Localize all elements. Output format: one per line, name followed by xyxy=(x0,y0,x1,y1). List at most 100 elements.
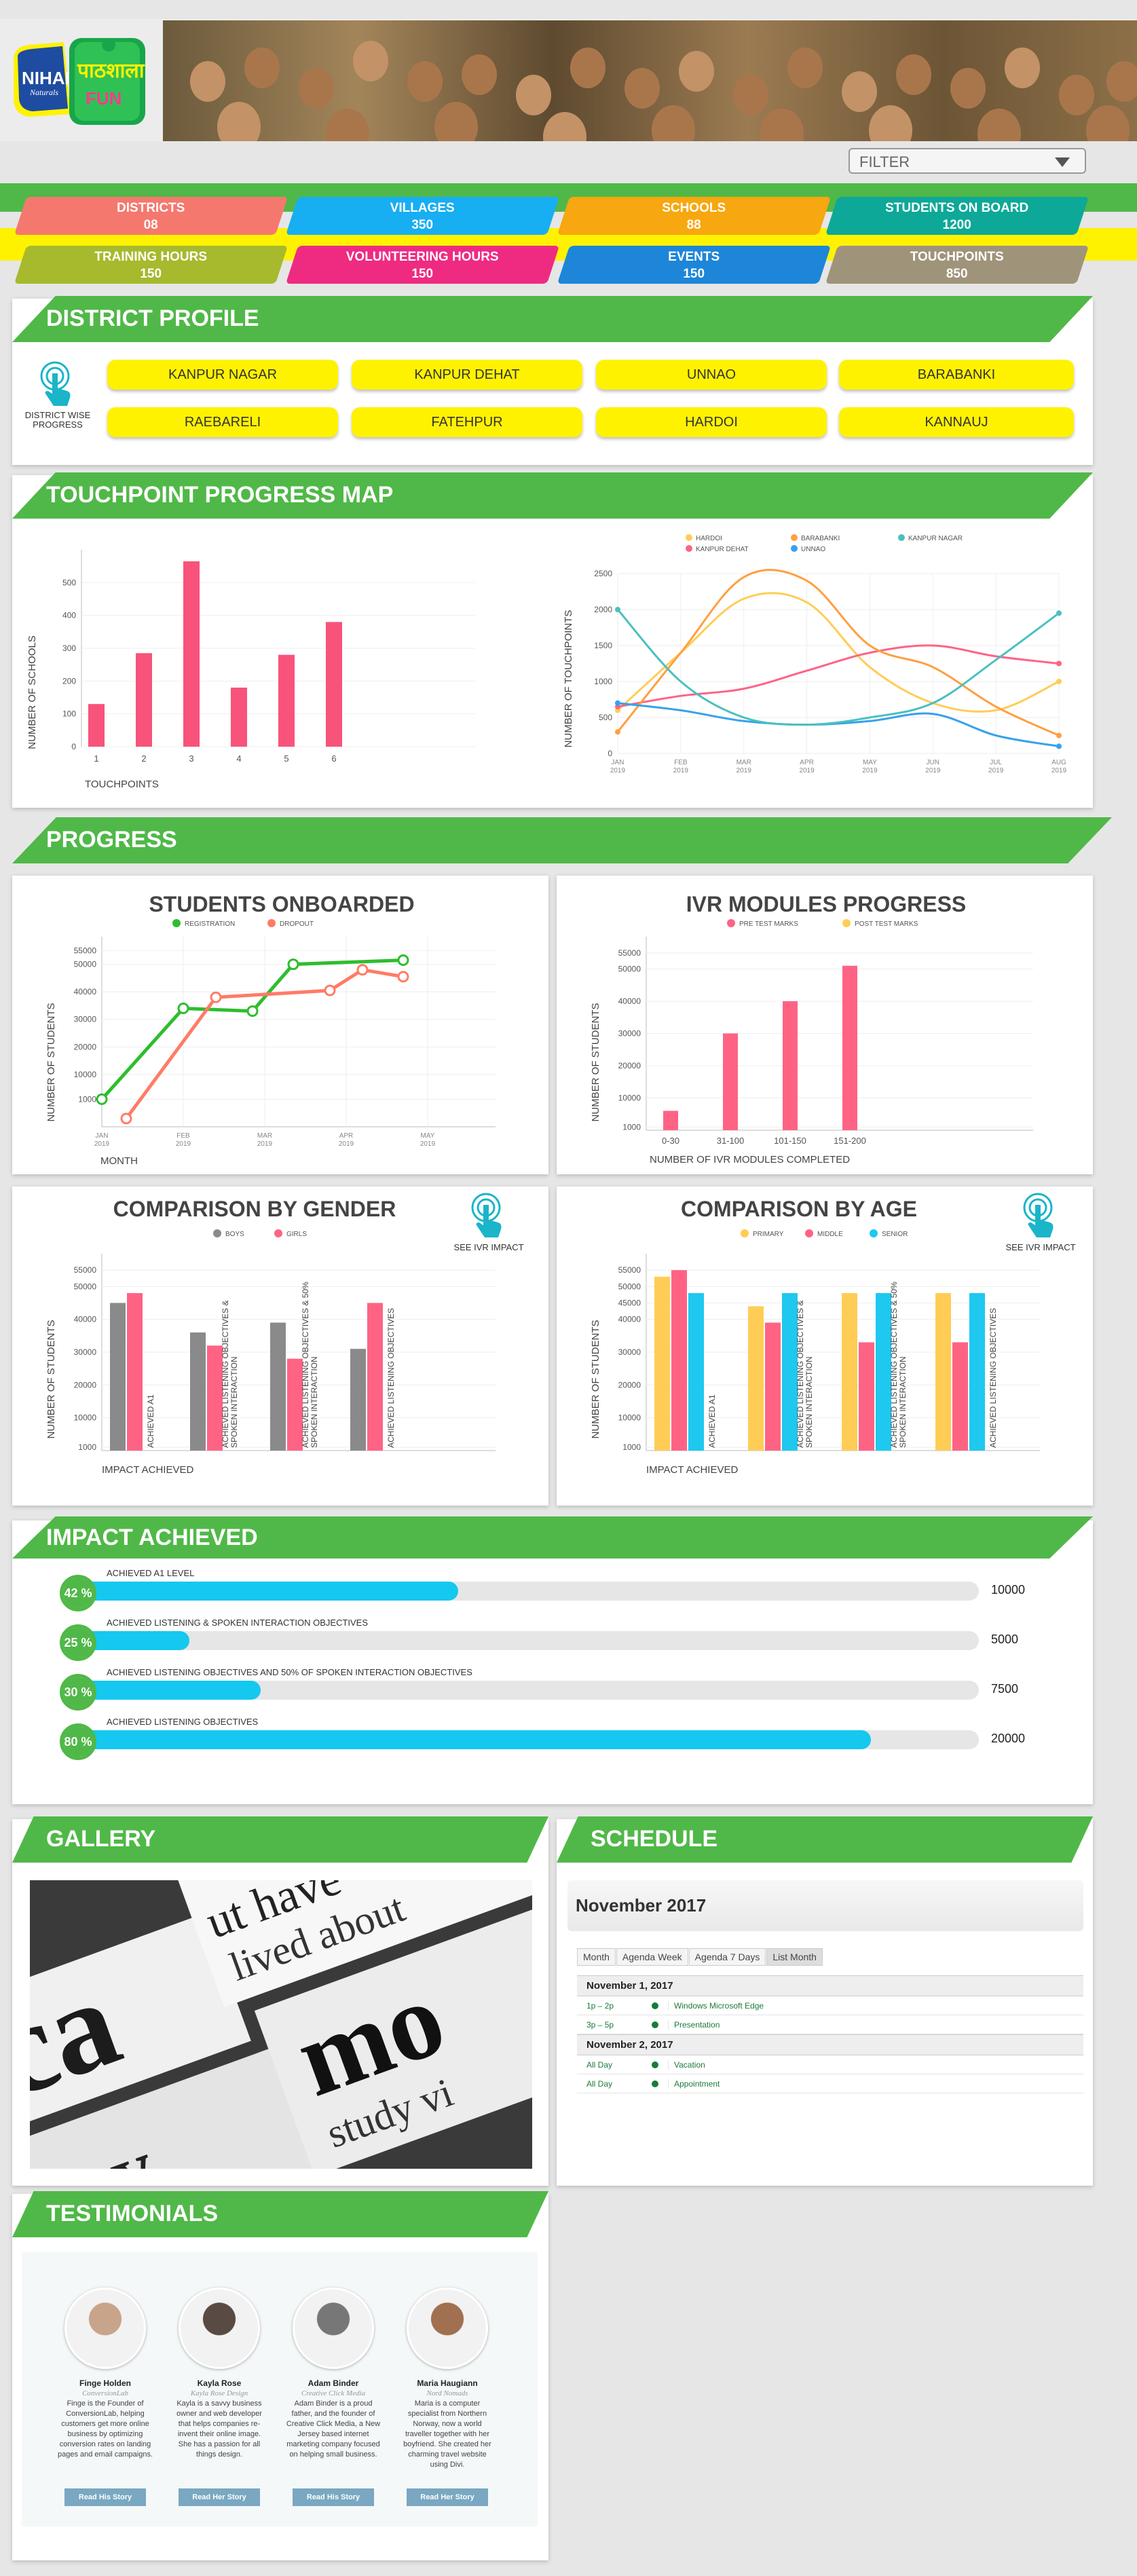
filter-dropdown[interactable]: FILTER xyxy=(849,148,1086,174)
bar xyxy=(859,1342,874,1451)
data-point xyxy=(210,991,222,1003)
y-tick-label: 200 xyxy=(62,676,76,686)
stat-tile-touchpoints[interactable]: TOUCHPOINTS 850 xyxy=(825,246,1089,284)
legend-label: PRE TEST MARKS xyxy=(739,920,798,928)
impact-label: ACHIEVED LISTENING & SPOKEN INTERACTION … xyxy=(107,1618,369,1628)
stat-tile-villages[interactable]: VILLAGES 350 xyxy=(285,197,560,235)
district-kanpur-dehat[interactable]: KANPUR DEHAT xyxy=(352,360,582,390)
stat-tile-districts[interactable]: DISTRICTS 08 xyxy=(14,197,288,235)
calendar-event-row[interactable]: All Day Vacation xyxy=(577,2055,1083,2074)
event-time: All Day xyxy=(586,2059,613,2070)
impact-progress-track xyxy=(81,1582,979,1601)
bar xyxy=(765,1322,781,1451)
child-face xyxy=(217,102,261,141)
y-tick-label: 500 xyxy=(599,713,612,722)
data-point xyxy=(397,954,409,966)
legend-label: HARDOI xyxy=(696,535,722,542)
y-axis-label: NUMBER OF STUDENTS xyxy=(45,1003,57,1121)
x-tick-label: APR 2019 xyxy=(339,1132,354,1148)
read-story-button[interactable]: Read Her Story xyxy=(407,2488,488,2506)
calendar-tab-list-month[interactable]: List Month xyxy=(766,1948,823,1966)
impact-progress-fill xyxy=(81,1631,189,1650)
data-point xyxy=(96,1093,108,1105)
newspaper-gallery-image[interactable]: ca ay ut have lived about mo study vi xyxy=(30,1880,532,2169)
district-hardoi[interactable]: HARDOI xyxy=(596,407,827,437)
y-tick-label: 10000 xyxy=(74,1413,97,1423)
svg-text:Naturals: Naturals xyxy=(29,88,58,97)
x-tick-label: JUL 2019 xyxy=(988,759,1004,774)
x-tick-label: 6 xyxy=(331,753,336,764)
calendar-event-row[interactable]: All Day Appointment xyxy=(577,2074,1083,2093)
students-onboarded-chart: STUDENTS ONBOARDED REGISTRATION DROPOUT 100… xyxy=(45,892,496,1167)
legend-label: BARABANKI xyxy=(801,535,840,542)
testimonial-company: Creative Click Media xyxy=(301,2389,366,2397)
x-tick-label: MAR 2019 xyxy=(257,1132,273,1148)
event-time: 3p – 5p xyxy=(586,2019,614,2030)
y-tick-label: 55000 xyxy=(74,1265,97,1275)
stat-tile-volunteering-hours[interactable]: VOLUNTEERING HOURS 150 xyxy=(285,246,560,284)
stat-label: TOUCHPOINTS xyxy=(910,250,1004,264)
x-tick-label: 101-150 xyxy=(774,1136,806,1146)
y-tick-label: 55000 xyxy=(618,948,641,958)
testimonial-bio: Maria is a computer specialist from Nort… xyxy=(403,2400,491,2469)
stat-tile-training-hours[interactable]: TRAINING HOURS 150 xyxy=(14,246,288,284)
child-face xyxy=(760,109,804,141)
impact-label: ACHIEVED A1 LEVEL xyxy=(107,1568,195,1578)
legend-swatch xyxy=(172,919,181,927)
stat-tile-schools[interactable]: SCHOOLS 88 xyxy=(557,197,832,235)
touchpoints-bar-chart: 0 100 200 300 400 500 NUMBER OF SCHOOLS TOUCHPO… xyxy=(26,550,475,790)
district-unnao[interactable]: UNNAO xyxy=(596,360,827,390)
district-barabanki[interactable]: BARABANKI xyxy=(839,360,1074,390)
stat-label: VILLAGES xyxy=(390,201,455,215)
calendar-event-row[interactable]: 1p – 2p Windows Microsoft Edge xyxy=(577,1996,1083,2015)
touch-hand-icon xyxy=(1023,1193,1054,1237)
child-face xyxy=(1106,61,1137,102)
stat-value: 150 xyxy=(140,267,162,281)
bar xyxy=(842,1293,857,1451)
stat-tile-students-on-board[interactable]: STUDENTS ON BOARD 1200 xyxy=(825,197,1089,235)
legend-swatch xyxy=(741,1229,749,1237)
calendar-event-row[interactable]: 3p – 5p Presentation xyxy=(577,2015,1083,2034)
legend-label: BOYS xyxy=(225,1231,244,1238)
district-kannauj[interactable]: KANNAUJ xyxy=(839,407,1074,437)
child-face xyxy=(896,54,931,95)
district-fatehpur[interactable]: FATEHPUR xyxy=(352,407,582,437)
district-raebareli[interactable]: RAEBARELI xyxy=(107,407,338,437)
see-ivr-impact-gender-link[interactable]: SEE IVR IMPACT xyxy=(448,1191,529,1252)
bar xyxy=(723,1033,738,1130)
stat-tile-events[interactable]: EVENTS 150 xyxy=(557,246,832,284)
series-line xyxy=(617,702,1060,747)
district-kanpur-nagar[interactable]: KANPUR NAGAR xyxy=(107,360,338,390)
legend-label: GIRLS xyxy=(286,1231,307,1238)
impact-progress-track xyxy=(81,1730,979,1749)
bar xyxy=(969,1293,985,1451)
y-axis-label: NUMBER OF TOUCHPOINTS xyxy=(563,610,574,748)
x-tick-label: ACHIEVED LISTENING OBJECTIVES xyxy=(988,1308,998,1448)
calendar-tab-agenda-week[interactable]: Agenda Week xyxy=(616,1948,688,1966)
y-tick-label: 0 xyxy=(71,742,76,751)
data-point xyxy=(287,958,299,971)
x-tick-label: 0-30 xyxy=(662,1136,679,1146)
read-story-button[interactable]: Read His Story xyxy=(293,2488,374,2506)
ivr-modules-chart: IVR MODULES PROGRESS PRE TEST MARKS POST T… xyxy=(590,892,1033,1165)
chart-title: STUDENTS ONBOARDED xyxy=(149,892,414,916)
testimonial-card: Adam Binder Creative Click Media Adam Bind… xyxy=(276,2288,391,2506)
chart-title: IVR MODULES PROGRESS xyxy=(686,892,967,916)
district-wise-progress-link[interactable]: DISTRICT WISE PROGRESS xyxy=(24,360,92,430)
avatar xyxy=(64,2288,146,2369)
x-tick-label: ACHIEVED A1 xyxy=(146,1394,155,1448)
legend-label: KANPUR NAGAR xyxy=(908,535,963,542)
child-face xyxy=(543,112,586,141)
see-ivr-impact-age-link[interactable]: SEE IVR IMPACT xyxy=(1000,1191,1081,1252)
read-story-button[interactable]: Read His Story xyxy=(64,2488,146,2506)
testimonial-company: Kayla Rose Design xyxy=(190,2389,248,2397)
stat-label: EVENTS xyxy=(668,250,720,264)
calendar-tab-agenda-7-days[interactable]: Agenda 7 Days xyxy=(688,1948,766,1966)
y-tick-label: 40000 xyxy=(618,996,641,1006)
data-point xyxy=(324,984,336,996)
child-face xyxy=(570,48,605,88)
read-story-button[interactable]: Read Her Story xyxy=(179,2488,260,2506)
touchpoint-title: TOUCHPOINT PROGRESS MAP xyxy=(12,472,1093,519)
calendar-tab-month[interactable]: Month xyxy=(577,1948,616,1966)
data-point xyxy=(615,700,620,706)
